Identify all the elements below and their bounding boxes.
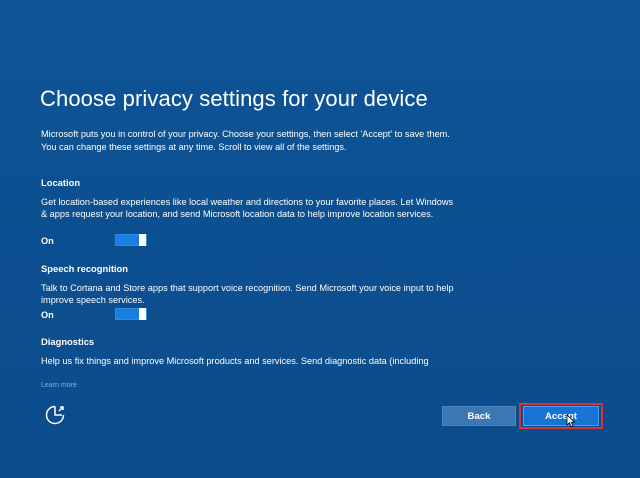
location-toggle[interactable] <box>115 234 147 246</box>
location-heading: Location <box>41 177 81 188</box>
location-toggle-label: On <box>41 236 54 246</box>
page-title: Choose privacy settings for your device <box>40 86 428 111</box>
diagnostics-heading: Diagnostics <box>41 336 95 347</box>
back-button[interactable]: Back <box>442 406 516 426</box>
toggle-knob <box>139 234 146 246</box>
learn-more-link[interactable]: Learn more <box>41 382 77 389</box>
oobe-screen: Choose privacy settings for your device … <box>0 0 640 478</box>
speech-heading: Speech recognition <box>41 263 128 274</box>
intro-text: Microsoft puts you in control of your pr… <box>41 129 450 152</box>
speech-toggle[interactable] <box>115 308 147 320</box>
speech-toggle-label: On <box>41 310 54 320</box>
ease-of-access-icon[interactable] <box>44 404 66 426</box>
mouse-cursor-icon <box>566 414 576 428</box>
accept-button[interactable]: Accept <box>523 406 599 426</box>
location-description: Get location-based experiences like loca… <box>41 197 454 220</box>
speech-description: Talk to Cortana and Store apps that supp… <box>41 283 454 306</box>
toggle-knob <box>139 308 146 320</box>
diagnostics-description: Help us fix things and improve Microsoft… <box>41 356 429 366</box>
